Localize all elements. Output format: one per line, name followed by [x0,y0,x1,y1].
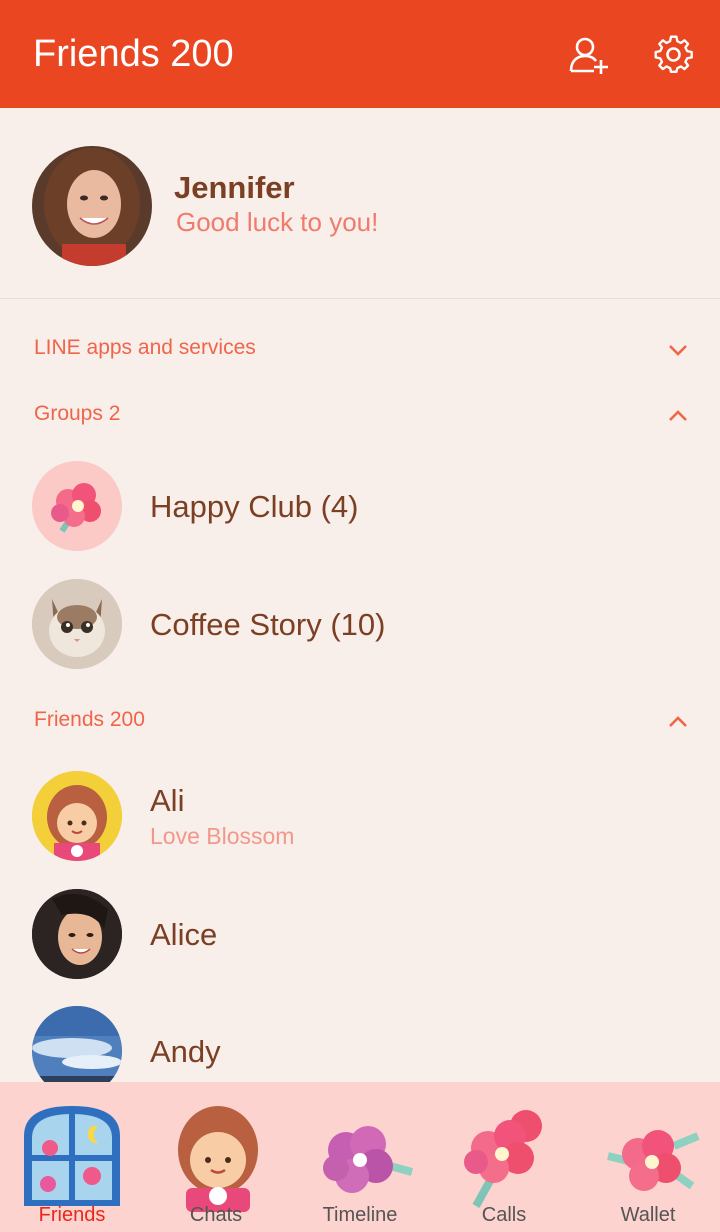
flower-icon [607,1130,700,1191]
avatar [32,889,122,979]
section-label: Friends 200 [34,708,145,731]
section-label: LINE apps and services [34,336,256,359]
list-item[interactable]: Coffee Story (10) [0,569,720,679]
tab-friends[interactable]: Friends [0,1082,144,1232]
list-item[interactable]: Alice [0,879,720,989]
profile-status: Good luck to you! [176,207,379,237]
group-name: Coffee Story (10) [150,607,386,642]
section-groups[interactable]: Groups 2 [0,388,720,444]
section-line-services[interactable]: LINE apps and services [0,322,720,378]
tab-label: Wallet [620,1204,676,1226]
group-avatar [32,461,122,551]
tab-chats[interactable]: Chats [144,1082,288,1232]
flower-icon [464,1110,542,1208]
girl-icon [178,1106,258,1212]
tab-label: Timeline [322,1204,398,1226]
app-header: Friends 200 [0,0,720,108]
tab-label: Chats [189,1204,243,1226]
page-title: Friends 200 [33,33,234,75]
gear-icon[interactable] [653,34,695,76]
tab-label: Friends [38,1204,106,1226]
list-item[interactable]: Ali Love Blossom [0,761,720,871]
add-friend-icon[interactable] [568,34,610,76]
bottom-tab-bar: Friends Chats Timeline Calls Wallet [0,1082,720,1232]
section-label: Groups 2 [34,402,121,425]
section-friends[interactable]: Friends 200 [0,694,720,750]
group-name: Happy Club (4) [150,489,359,524]
tab-wallet[interactable]: Wallet [576,1082,720,1232]
my-profile[interactable]: Jennifer Good luck to you! [0,108,720,299]
friend-name: Alice [150,917,218,952]
chevron-up-icon [669,410,687,421]
list-item[interactable]: Happy Club (4) [0,451,720,561]
flower-icon [323,1126,414,1193]
tab-timeline[interactable]: Timeline [288,1082,432,1232]
chevron-up-icon [669,716,687,727]
window-flower-icon [24,1106,120,1206]
profile-name: Jennifer [174,170,295,205]
avatar [32,771,122,861]
avatar[interactable] [32,146,152,266]
group-avatar [32,579,122,669]
friend-status: Love Blossom [150,823,295,849]
chevron-down-icon [669,345,687,356]
friend-name: Ali [150,783,185,818]
tab-calls[interactable]: Calls [432,1082,576,1232]
friend-name: Andy [150,1034,221,1069]
tab-label: Calls [481,1204,527,1226]
